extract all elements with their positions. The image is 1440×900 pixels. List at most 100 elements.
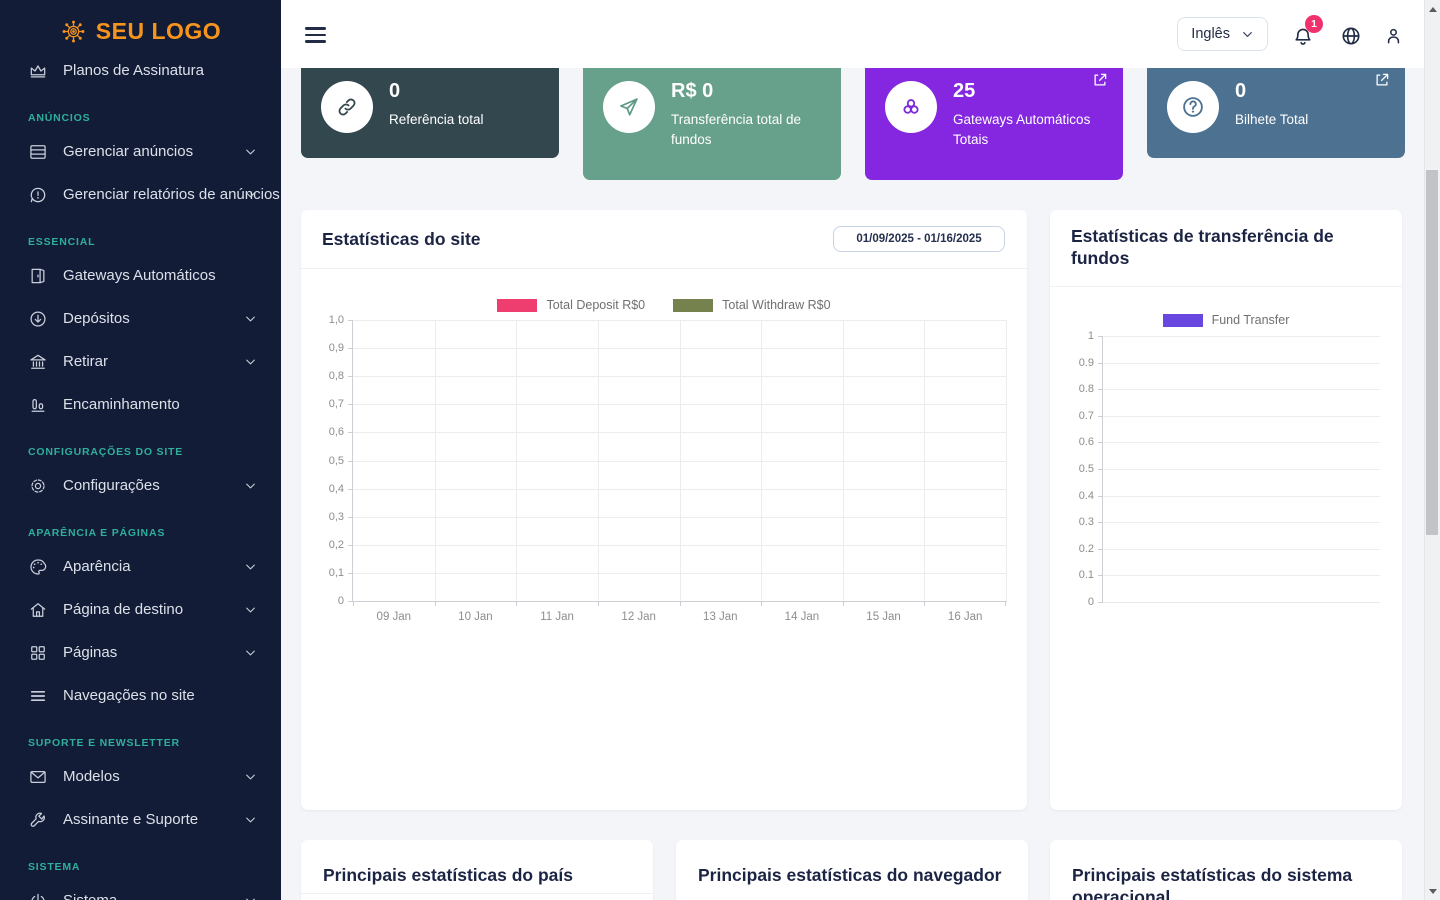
x-tick-label: 16 Jan [947, 611, 983, 623]
user-profile-icon[interactable] [1383, 25, 1404, 47]
link-icon [338, 98, 356, 116]
divider [301, 268, 1027, 269]
y-tick-label: 0.2 [1078, 542, 1094, 555]
h-gridline [1103, 469, 1380, 470]
sidebar-item-label: Páginas [63, 644, 118, 661]
sidebar-item-pagina-de-destino[interactable]: Página de destino [0, 588, 281, 631]
sidebar: SEU LOGO Planos de Assinatura ANÚNCIOS G… [0, 0, 281, 900]
h-gridline [1103, 442, 1380, 444]
chevron-down-icon [246, 483, 255, 488]
v-gridline [924, 320, 926, 601]
stat-icon-circle [1167, 81, 1219, 133]
x-tick-mark [679, 601, 681, 606]
scrollbar-thumb[interactable] [1426, 170, 1438, 535]
sidebar-item-navegacoes-no-site[interactable]: Navegações no site [0, 674, 281, 717]
sidebar-item-assinante-e-suporte[interactable]: Assinante e Suporte [0, 798, 281, 841]
sidebar-item-paginas[interactable]: Páginas [0, 631, 281, 674]
topbar: Inglês 1 [281, 0, 1424, 68]
sidebar-item-label: Planos de Assinatura [63, 62, 204, 79]
language-selector[interactable]: Inglês [1177, 17, 1268, 51]
stat-card-bilhete-total: 0 Bilhete Total [1147, 68, 1405, 158]
site-statistics-plot: 1,0 0,9 0,8 0,7 0,6 0,5 0,4 0,3 0,2 0,1 0 09 Jan 10 … [329, 314, 1007, 623]
y-tick-label: 0,2 [328, 538, 344, 551]
legend-item-total-withdraw[interactable]: Total Withdraw R$0 [673, 298, 831, 312]
scrollbar-down-arrow[interactable] [1425, 883, 1440, 899]
logo[interactable]: SEU LOGO [0, 0, 281, 62]
grid-icon [31, 645, 45, 660]
section-label-suporte-e-newsletter: SUPORTE E NEWSLETTER [28, 737, 180, 749]
question-icon [1183, 97, 1203, 117]
external-link-icon[interactable] [1373, 71, 1391, 89]
sidebar-item-depositos[interactable]: Depósitos [0, 297, 281, 340]
chevron-down-icon [246, 898, 255, 900]
sidebar-item-encaminhamento[interactable]: Encaminhamento [0, 383, 281, 426]
h-gridline [1103, 522, 1380, 524]
section-label-configuracoes-do-site: CONFIGURAÇÕES DO SITE [28, 446, 184, 458]
y-tick-label: 0,5 [328, 454, 344, 467]
main-scrollbar[interactable] [1424, 0, 1440, 900]
chevron-down-icon [246, 564, 255, 569]
sidebar-item-gerenciar-relatorios-de-anuncios[interactable]: Gerenciar relatórios de anúncios [0, 173, 281, 216]
section-label-sistema: SISTEMA [28, 861, 81, 873]
sidebar-item-planos-de-assinatura[interactable]: Planos de Assinatura [0, 62, 281, 92]
sidebar-item-label: Encaminhamento [63, 396, 180, 413]
sidebar-item-label: Gateways Automáticos [63, 267, 216, 284]
h-gridline [1103, 495, 1380, 497]
y-tick-label: 0.3 [1078, 516, 1094, 529]
gateway-door-icon [31, 268, 45, 283]
sidebar-item-gateways-automaticos[interactable]: Gateways Automáticos [0, 254, 281, 297]
h-gridline [1103, 362, 1380, 364]
send-icon [620, 98, 638, 116]
sidebar-item-sistema[interactable]: Sistema [0, 879, 281, 900]
trefoil-icon [903, 99, 919, 114]
external-link-icon[interactable] [1091, 71, 1109, 89]
y-tick-label: 0,3 [328, 510, 344, 523]
v-gridline [679, 320, 681, 601]
sidebar-item-label: Sistema [63, 892, 117, 900]
sidebar-item-label: Aparência [63, 558, 131, 575]
sidebar-item-retirar[interactable]: Retirar [0, 340, 281, 383]
list-lines-icon [30, 690, 46, 701]
palette-icon [30, 558, 47, 575]
x-tick-mark [924, 601, 926, 606]
legend-swatch [1162, 313, 1203, 327]
x-tick-mark [1005, 601, 1006, 606]
card-title: Principais estatísticas do sistema opera… [1072, 865, 1353, 900]
top-os-stats-card: Principais estatísticas do sistema opera… [1050, 840, 1402, 900]
y-tick-label: 0,1 [328, 566, 344, 579]
globe-icon[interactable] [1340, 25, 1362, 47]
stat-card-gateways-totais: 25 Gateways Automáticos Totais [865, 68, 1123, 180]
sidebar-item-label: Gerenciar anúncios [63, 143, 194, 160]
chevron-down-icon [246, 774, 255, 779]
envelope-icon [30, 770, 46, 783]
sidebar-item-aparencia[interactable]: Aparência [0, 545, 281, 588]
sidebar-item-configuracoes[interactable]: Configurações [0, 464, 281, 507]
x-tick-label: 11 Jan [540, 611, 574, 623]
gear-icon [31, 478, 45, 493]
stat-card-referencia-total: 0 Referência total [301, 68, 559, 158]
x-tick-mark [597, 601, 599, 606]
sidebar-item-gerenciar-anuncios[interactable]: Gerenciar anúncios [0, 130, 281, 173]
legend-item-fund-transfer[interactable]: Fund Transfer [1162, 313, 1289, 327]
deposit-arrow-icon [30, 310, 46, 327]
chevron-down-icon [246, 316, 255, 321]
ads-report-icon [30, 187, 46, 202]
bank-icon [30, 354, 46, 369]
divider [301, 892, 653, 894]
date-range-picker[interactable]: 01/09/2025 - 01/16/2025 [833, 226, 1005, 252]
x-tick-label: 12 Jan [621, 611, 656, 623]
x-tick-label: 10 Jan [458, 611, 493, 623]
scrollbar-up-arrow[interactable] [1425, 1, 1440, 17]
hamburger-menu-button[interactable] [305, 27, 326, 47]
sidebar-item-modelos[interactable]: Modelos [0, 755, 281, 798]
stat-label: Referência total [389, 112, 484, 127]
divider [1050, 286, 1402, 287]
crown-icon [30, 64, 46, 77]
y-tick-label: 0 [1087, 596, 1094, 608]
y-tick-label: 0,8 [328, 370, 344, 383]
brand-name: SEU LOGO [95, 17, 222, 44]
v-gridline [597, 320, 599, 601]
legend-item-total-deposit[interactable]: Total Deposit R$0 [497, 298, 645, 312]
sidebar-item-label: Configurações [63, 477, 160, 494]
language-label: Inglês [1191, 26, 1230, 42]
